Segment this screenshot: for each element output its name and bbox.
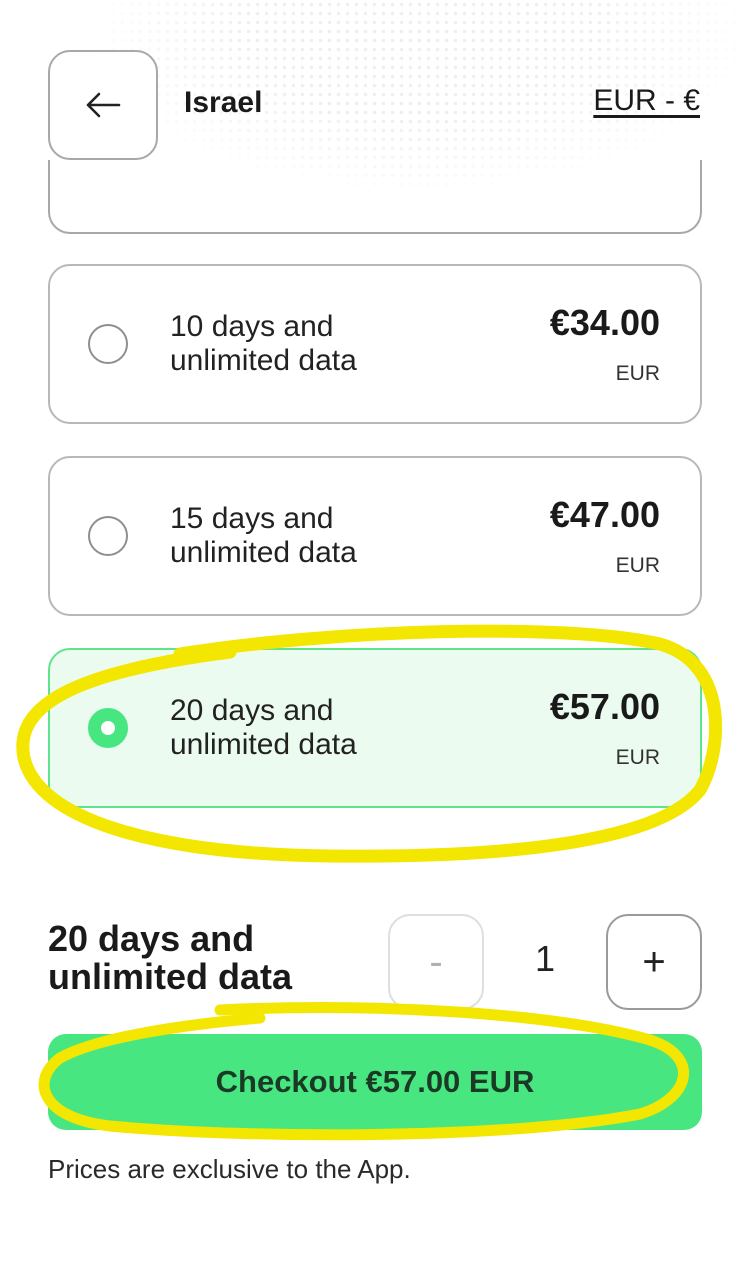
plan-price: €34.00 bbox=[549, 302, 660, 343]
plan-currency: EUR bbox=[615, 554, 660, 577]
plan-currency: EUR bbox=[615, 746, 660, 769]
radio-button-selected[interactable] bbox=[88, 708, 128, 748]
plan-card-15-days[interactable]: 15 days and unlimited data €47.00 EUR bbox=[48, 456, 702, 616]
quantity-value: 1 bbox=[534, 938, 556, 979]
quantity-decrease-button[interactable]: - bbox=[388, 914, 484, 1010]
radio-button[interactable] bbox=[88, 324, 128, 364]
plan-currency: EUR bbox=[615, 362, 660, 385]
checkout-button[interactable]: Checkout €57.00 EUR bbox=[48, 1034, 702, 1130]
plan-price: €47.00 bbox=[549, 494, 660, 535]
plan-label: 10 days and unlimited data bbox=[170, 310, 357, 377]
selected-plan-title: 20 days and unlimited data bbox=[48, 918, 293, 997]
plan-label: 20 days and unlimited data bbox=[170, 694, 357, 761]
currency-selector[interactable]: EUR - € bbox=[593, 84, 700, 118]
back-button[interactable] bbox=[48, 50, 158, 160]
plan-price: €57.00 bbox=[549, 686, 660, 727]
plan-card-partial[interactable] bbox=[48, 160, 702, 234]
plan-card-10-days[interactable]: 10 days and unlimited data €34.00 EUR bbox=[48, 264, 702, 424]
plan-card-20-days[interactable]: 20 days and unlimited data €57.00 EUR bbox=[48, 648, 702, 808]
radio-button[interactable] bbox=[88, 516, 128, 556]
plan-label: 15 days and unlimited data bbox=[170, 502, 357, 569]
arrow-left-icon bbox=[86, 92, 121, 118]
prices-note: Prices are exclusive to the App. bbox=[48, 1154, 411, 1184]
country-title: Israel bbox=[184, 86, 263, 119]
quantity-increase-button[interactable]: + bbox=[606, 914, 702, 1010]
